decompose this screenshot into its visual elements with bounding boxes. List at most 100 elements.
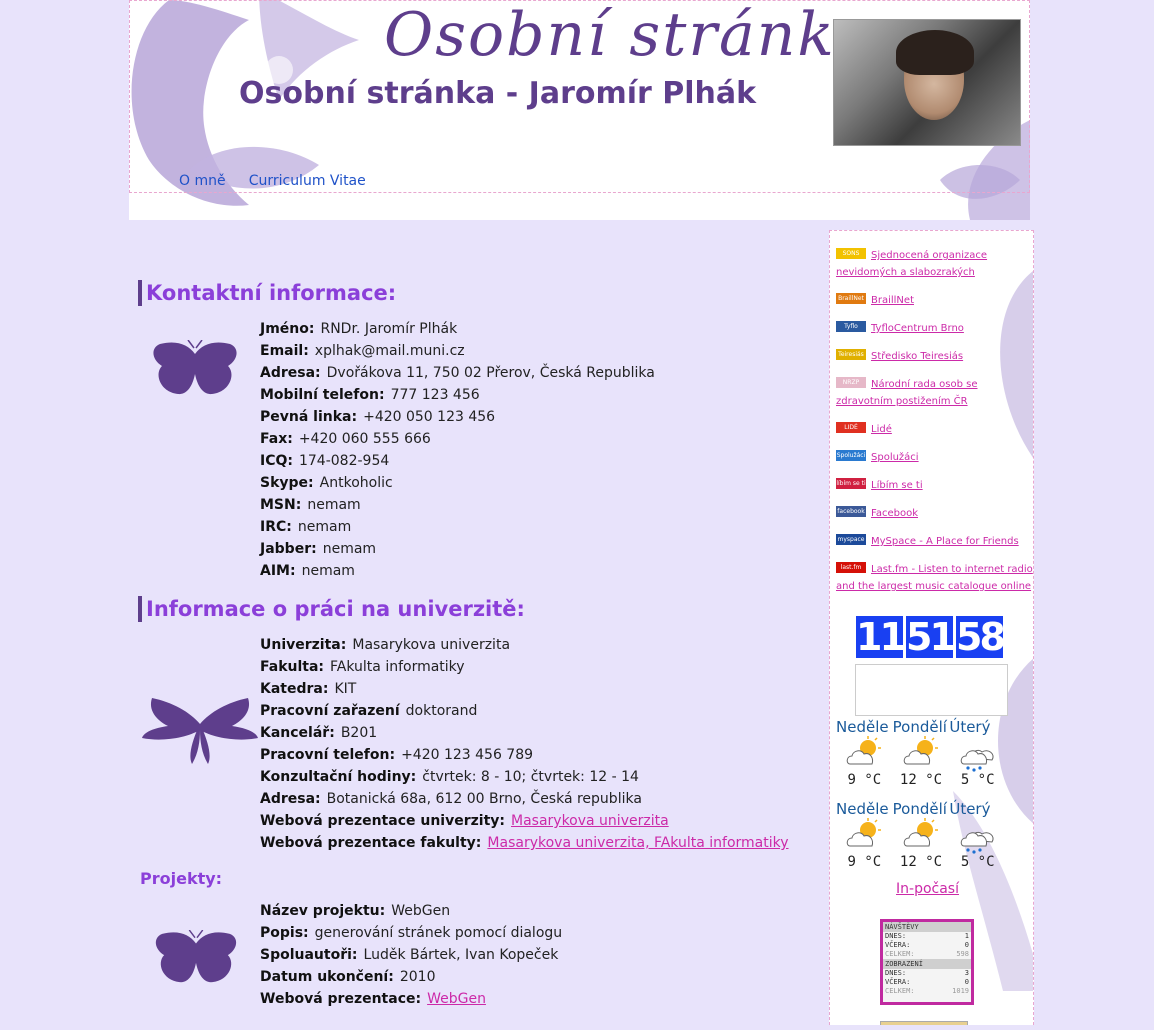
info-row: Datum ukončení: 2010 [260,966,818,988]
project-list: Název projektu: WebGen Popis: generování st… [260,900,818,1010]
site-logo-icon: Spolužáci [836,450,866,461]
info-value: FAkulta informatiky [330,659,465,675]
sidebar-link[interactable]: Spolužáci [871,452,919,463]
info-label: Kancelář: [260,725,335,741]
sidebar-link[interactable]: Lidé [871,424,892,435]
weather-source-link[interactable]: In-počasí [896,881,959,897]
counter-row: CELKEM: 1019 [883,987,971,996]
info-row: Adresa: Botanická 68a, 612 00 Brno, Česká… [260,788,818,810]
info-label: Fax: [260,431,293,447]
university-block: Univerzita: Masarykova univerzita Fakulta:… [138,634,818,854]
site-logo-icon: Tyflo [836,321,866,332]
sidebar-link-item: NRZP Národní rada osob se zdravotním post… [836,376,1033,410]
info-row: MSN: nemam [260,494,818,516]
info-link[interactable]: Masarykova univerzita, FAkulta informati… [487,835,788,851]
info-row: Webová prezentace: WebGen [260,988,818,1010]
info-row: Spoluautoři: Luděk Bártek, Ivan Kopeček [260,944,818,966]
page-header: Osobní stránka Osobní stránka - Jaromír … [129,0,1030,220]
sidebar-link-item: LIDÉ Lidé [836,421,1033,438]
page-title: Osobní stránka - Jaromír Plhák [239,76,757,111]
weather-day: Pondělí [892,718,947,736]
partly-sunny-icon [836,736,893,772]
butterfly-icon [153,340,237,395]
sidebar-link-item: SONS Sjednocená organizace nevidomých a s… [836,247,1033,281]
info-row: Konzultační hodiny: čtvrtek: 8 - 10; čtvr… [260,766,818,788]
sidebar-link[interactable]: Líbím se ti [871,480,923,491]
info-value: Botanická 68a, 612 00 Brno, Česká republ… [326,791,642,807]
main-nav: O mně Curriculum Vitae [179,170,384,189]
info-row: Katedra: KIT [260,678,818,700]
sidebar-link[interactable]: MySpace - A Place for Friends [871,536,1019,547]
clock-minutes: 51 [906,615,956,659]
info-value: nemam [307,497,361,513]
counter-label: VČERA: [885,941,911,949]
info-value: doktorand [405,703,478,719]
site-logo-icon: facebook [836,506,866,517]
partly-sunny-icon [893,818,950,854]
sidebar-link-item: facebook Facebook [836,505,1033,522]
sidebar-link[interactable]: BraillNet [871,295,914,306]
weather-temps: 9 °C 12 °C 5 °C [836,854,1006,870]
weather-icons [836,736,1006,772]
rain-cloud-icon [949,736,1006,772]
weather-day: Úterý [949,718,991,736]
clock-seconds: 58 [956,615,1006,659]
info-value: Dvořákova 11, 750 02 Přerov, Česká Repub… [326,365,655,381]
info-value: Antkoholic [319,475,393,491]
info-value: xplhak@mail.muni.cz [314,343,465,359]
info-row: Fax: +420 060 555 666 [260,428,818,450]
weather-temp: 5 °C [960,772,995,788]
counter-row: VČERA: 0 [883,941,971,950]
info-value: 2010 [399,969,436,985]
info-label: Fakulta: [260,659,325,675]
info-value: nemam [301,563,355,579]
info-value: 174-082-954 [298,453,390,469]
info-value: B201 [340,725,378,741]
clock-hours: 11 [856,615,906,659]
sidebar-link-item: Teiresiás Středisko Teiresiás [836,348,1033,365]
info-row: ICQ: 174-082-954 [260,450,818,472]
info-label: Mobilní telefon: [260,387,385,403]
contact-list: Jméno: RNDr. Jaromír Plhák Email: xplhak@ma… [260,318,818,582]
site-logo-icon: Teiresiás [836,349,866,360]
info-label: Pracovní zařazení [260,703,400,719]
info-value: Luděk Bártek, Ivan Kopeček [363,947,559,963]
contact-block: Jméno: RNDr. Jaromír Plhák Email: xplhak@ma… [138,318,818,582]
info-label: Spoluautoři: [260,947,358,963]
info-value: Masarykova univerzita [352,637,511,653]
counter-row: CELKEM: 598 [883,950,971,959]
weather-days: Neděle Pondělí Úterý [836,800,1006,818]
profile-photo [833,19,1021,146]
info-label: IRC: [260,519,292,535]
info-value: generování stránek pomocí dialogu [314,925,563,941]
partly-sunny-icon [836,818,893,854]
info-label: Název projektu: [260,903,386,919]
info-link[interactable]: WebGen [427,991,486,1007]
weather-temp: 9 °C [847,772,882,788]
weather-widget-2: Neděle Pondělí Úterý 9 °C 12 °C 5 °C [836,800,1006,870]
external-links: SONS Sjednocená organizace nevidomých a s… [836,247,1033,606]
info-value: nemam [297,519,352,535]
sidebar-link[interactable]: TyfloCentrum Brno [871,323,964,334]
info-label: AIM: [260,563,296,579]
sidebar-link[interactable]: Facebook [871,508,918,519]
site-logo-icon: líbím se ti [836,478,866,489]
site-logo-icon: LIDÉ [836,422,866,433]
info-label: Katedra: [260,681,329,697]
nav-link-about[interactable]: O mně [179,173,226,189]
info-label: Adresa: [260,365,321,381]
nav-link-cv[interactable]: Curriculum Vitae [249,173,366,189]
info-row: Jabber: nemam [260,538,818,560]
weather-temps: 9 °C 12 °C 5 °C [836,772,1006,788]
main-content: Kontaktní informace: Jméno: RNDr. Jaromír… [138,280,818,1030]
visit-counter: NÁVŠTĚVY DNES: 1 VČERA: 0 CELKEM: 598 ZOBRAZE… [880,919,974,1005]
weather-day: Neděle [836,800,889,818]
info-label: Pracovní telefon: [260,747,396,763]
info-link[interactable]: Masarykova univerzita [511,813,669,829]
counter-label: CELKEM: [885,950,915,958]
sidebar-link[interactable]: Středisko Teiresiás [871,351,963,362]
info-value: KIT [334,681,357,697]
info-row: Fakulta: FAkulta informatiky [260,656,818,678]
butterfly-flying-icon [142,698,258,764]
info-value: +420 060 555 666 [298,431,431,447]
